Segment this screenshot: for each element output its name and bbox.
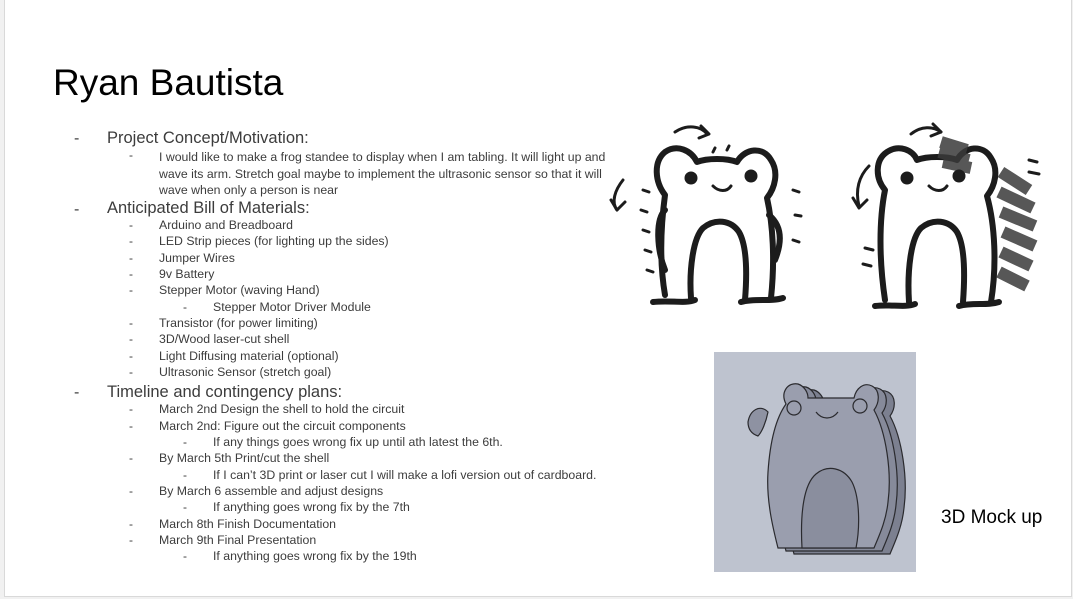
frog-3d-render xyxy=(747,383,906,555)
list-item: Transistor (for power limiting) xyxy=(159,316,318,330)
list-item: March 9th Final Presentation xyxy=(159,533,317,547)
bullet-dash: - xyxy=(129,419,133,433)
bullet-dash: - xyxy=(129,402,133,416)
list-item: LED Strip pieces (for lighting up the si… xyxy=(159,234,389,248)
bullet-dash: - xyxy=(183,468,187,482)
bullet-dash: - xyxy=(129,283,133,297)
bullet-dash: - xyxy=(129,148,133,162)
list-item: 9v Battery xyxy=(159,267,215,281)
bullet-dash: - xyxy=(183,435,187,449)
bullet-dash: - xyxy=(129,251,133,265)
bullet-dash: - xyxy=(183,549,187,563)
bullet-dash: - xyxy=(74,201,80,218)
bullet-dash: - xyxy=(129,234,133,248)
bullet-dash: - xyxy=(129,332,133,346)
bullet-dash: - xyxy=(74,384,80,401)
bullet-dash: - xyxy=(183,500,187,514)
list-item: By March 6 assemble and adjust designs xyxy=(159,484,384,498)
frog-sketch-image xyxy=(609,122,1041,309)
list-item: March 2nd Design the shell to hold the c… xyxy=(159,402,405,416)
list-item: 3D/Wood laser-cut shell xyxy=(159,332,290,346)
bullet-dash: - xyxy=(74,130,80,147)
bullet-dash: - xyxy=(129,484,133,498)
list-item: Ultrasonic Sensor (stretch goal) xyxy=(159,365,332,379)
bullet-dash: - xyxy=(129,517,133,531)
list-item: Arduino and Breadboard xyxy=(159,218,293,232)
sub-list-item: Stepper Motor Driver Module xyxy=(213,300,371,314)
sub-list-item: If anything goes wrong fix by the 19th xyxy=(213,549,417,563)
frog-front-sketch xyxy=(650,145,786,305)
section-heading-concept: Project Concept/Motivation: xyxy=(107,129,309,147)
bullet-dash: - xyxy=(129,365,133,379)
concept-paragraph: I would like to make a frog standee to d… xyxy=(159,150,606,197)
mockup-image xyxy=(714,352,916,572)
list-item: By March 5th Print/cut the shell xyxy=(159,451,330,465)
section-heading-timeline: Timeline and contingency plans: xyxy=(107,383,343,401)
slide: Ryan Bautista - Project Concept/Motivati… xyxy=(4,0,1072,597)
list-item: Light Diffusing material (optional) xyxy=(159,349,339,363)
list-item: Jumper Wires xyxy=(159,251,235,265)
sub-list-item: If any things goes wrong fix up until at… xyxy=(213,435,503,449)
bullet-dash: - xyxy=(129,451,133,465)
list-item: Stepper Motor (waving Hand) xyxy=(159,283,320,297)
bullet-dash: - xyxy=(129,267,133,281)
bullet-dash: - xyxy=(129,316,133,330)
sub-list-item: If I can’t 3D print or laser cut I will … xyxy=(213,468,597,482)
bullet-dash: - xyxy=(129,218,133,232)
bullet-dash: - xyxy=(183,300,187,314)
list-item: March 2nd: Figure out the circuit compon… xyxy=(159,419,406,433)
sub-list-item: If anything goes wrong fix by the 7th xyxy=(213,500,410,514)
slide-title: Ryan Bautista xyxy=(53,62,284,103)
bullet-dash: - xyxy=(129,533,133,547)
list-item: March 8th Finish Documentation xyxy=(159,517,337,531)
frog-side-sketch xyxy=(872,145,1002,309)
mockup-caption: 3D Mock up xyxy=(941,507,1043,528)
section-heading-materials: Anticipated Bill of Materials: xyxy=(107,199,310,217)
bullet-dash: - xyxy=(129,349,133,363)
